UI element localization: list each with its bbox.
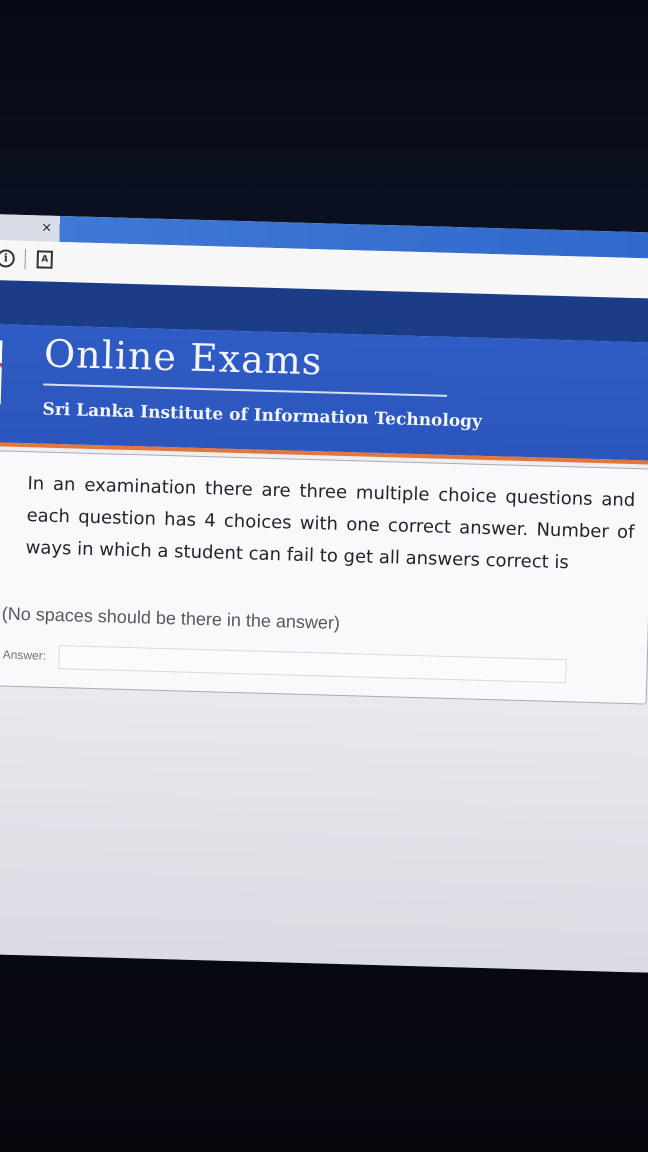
question-text: In an examination there are three multip… bbox=[25, 473, 636, 574]
site-header: T Online Exams Sri Lanka Institute of In… bbox=[0, 323, 648, 466]
answer-input[interactable] bbox=[58, 645, 567, 684]
screen-glare bbox=[0, 693, 648, 973]
site-info-icon[interactable]: i bbox=[0, 249, 16, 268]
browser-screen: × i A T Online Exams Sri Lanka Institute… bbox=[0, 214, 648, 973]
site-subtitle: Sri Lanka Institute of Information Techn… bbox=[42, 399, 483, 432]
tab-close-icon[interactable]: × bbox=[39, 220, 53, 235]
address-divider bbox=[24, 248, 27, 270]
title-underline bbox=[43, 383, 448, 397]
site-title: Online Exams bbox=[43, 331, 323, 384]
page-document-icon[interactable]: A bbox=[36, 250, 53, 269]
institute-logo: T bbox=[0, 339, 3, 405]
question-card: In an examination there are three multip… bbox=[0, 450, 648, 705]
photo-frame: × i A T Online Exams Sri Lanka Institute… bbox=[0, 0, 648, 1152]
answer-label: Answer: bbox=[2, 647, 47, 663]
question-note: (No spaces should be there in the answer… bbox=[1, 603, 341, 633]
